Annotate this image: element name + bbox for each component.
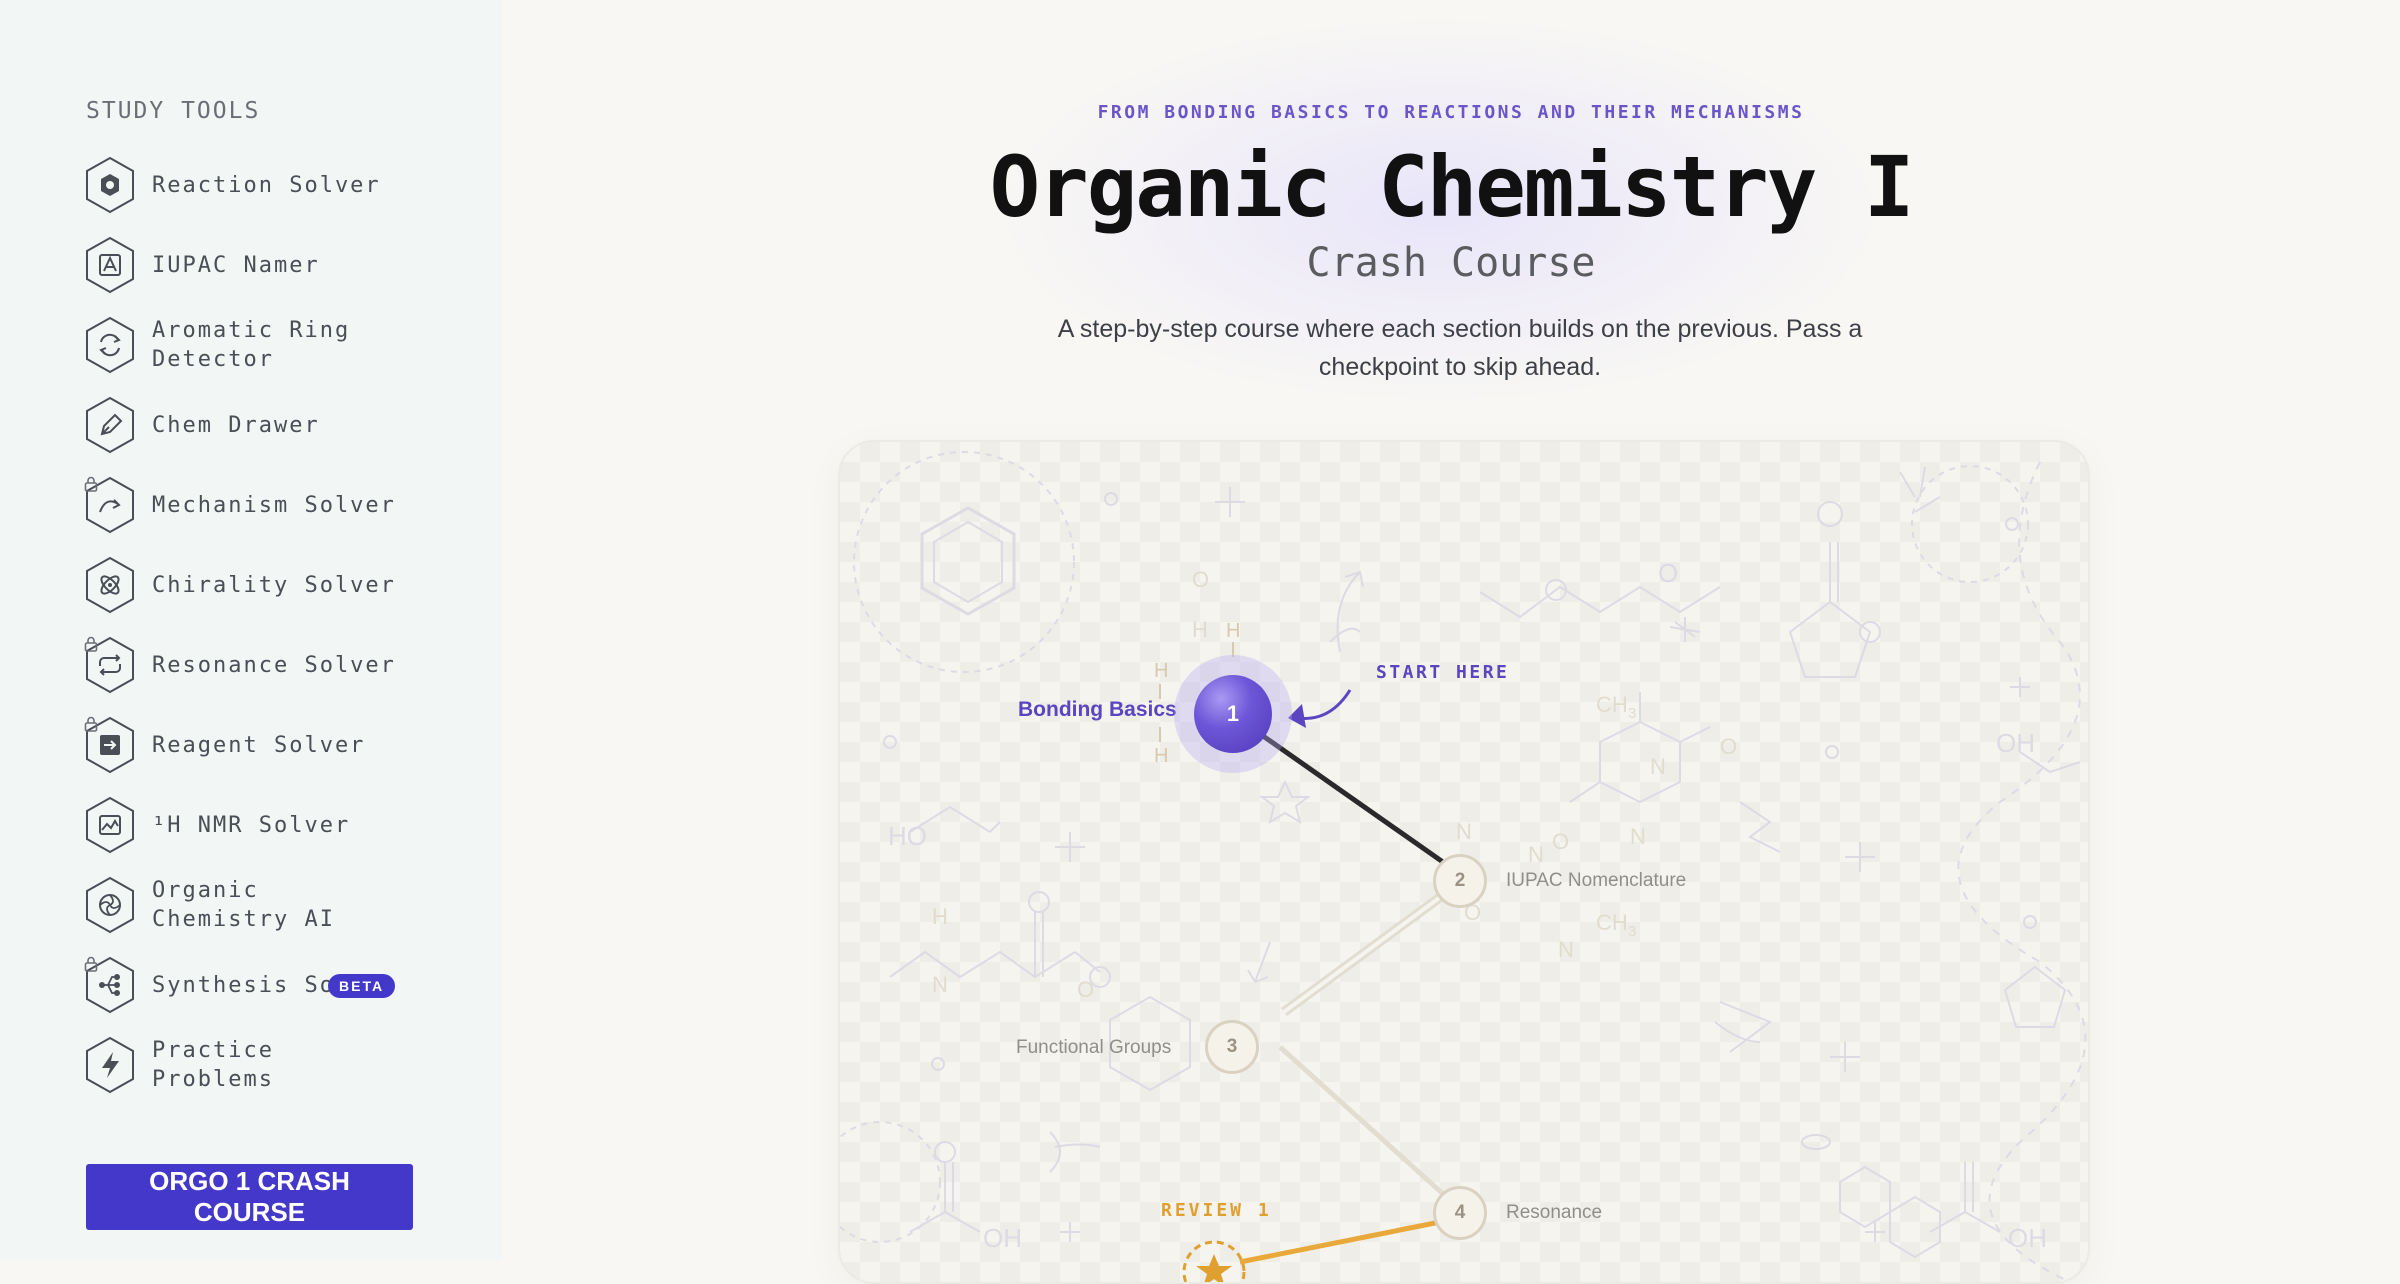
svg-text:N: N	[1558, 937, 1574, 962]
sidebar-item-label: Chem Drawer	[152, 412, 320, 438]
curved-arrow-icon	[84, 476, 136, 534]
svg-text:H: H	[1192, 617, 1208, 642]
sidebar-item-organic-chemistry-ai[interactable]: Organic Chemistry AI	[84, 870, 424, 940]
sidebar-item-label: Resonance Solver	[152, 652, 396, 678]
sidebar-item-label: Reagent Solver	[152, 732, 366, 758]
node-label-functional-groups: Functional Groups	[1016, 1037, 1172, 1058]
lock-icon	[84, 956, 98, 972]
svg-text:N: N	[1650, 754, 1666, 779]
sidebar-item-label: Aromatic Ring Detector	[152, 318, 351, 372]
svg-text:O: O	[1552, 829, 1569, 854]
svg-text:N: N	[1528, 842, 1544, 867]
svg-text:CH: CH	[1596, 910, 1628, 935]
sidebar-item-label: Chirality Solver	[152, 572, 396, 598]
review-checkpoint-label: REVIEW 1	[1161, 1200, 1272, 1221]
course-eyebrow: FROM BONDING BASICS TO REACTIONS AND THE…	[1097, 102, 1805, 123]
sidebar-item-chem-drawer[interactable]: Chem Drawer	[84, 390, 424, 460]
sidebar-item-reagent-solver[interactable]: Reagent Solver	[84, 710, 424, 780]
arrow-in-box-icon	[84, 716, 136, 774]
page-subtitle: Crash Course	[1306, 240, 1596, 286]
course-path-map: HO O OH OH OH CH 3 CH 3 H O N O N N N O N …	[838, 440, 2090, 1284]
lock-icon	[84, 476, 98, 492]
course-node-3[interactable]: 3	[1205, 1020, 1259, 1074]
svg-text:OH: OH	[2008, 1223, 2047, 1253]
branch-icon	[84, 956, 136, 1014]
node-label-iupac-nomenclature: IUPAC Nomenclature	[1506, 870, 1687, 891]
sidebar-item-reaction-solver[interactable]: Reaction Solver	[84, 150, 424, 220]
sidebar-item-iupac-namer[interactable]: IUPAC Namer	[84, 230, 424, 300]
svg-text:O: O	[1077, 977, 1094, 1002]
letter-a-icon	[84, 236, 136, 294]
svg-text:O: O	[1720, 734, 1737, 759]
course-node-1[interactable]: 1	[1194, 675, 1272, 753]
sidebar-item-label: Practice Problems	[152, 1038, 274, 1092]
node-label-bonding-basics: Bonding Basics	[1018, 698, 1177, 721]
svg-text:O: O	[1192, 567, 1209, 592]
svg-text:N: N	[932, 972, 948, 997]
beta-badge: BETA	[328, 974, 396, 998]
svg-text:3: 3	[1628, 705, 1636, 722]
sidebar-item-mechanism-solver[interactable]: Mechanism Solver	[84, 470, 424, 540]
sidebar-title: STUDY TOOLS	[86, 98, 261, 124]
svg-text:N: N	[1456, 819, 1472, 844]
orgo-crash-course-button[interactable]: ORGO 1 CRASH COURSE	[86, 1164, 413, 1230]
start-here-label: START HERE	[1376, 662, 1510, 683]
svg-text:3: 3	[1628, 923, 1636, 940]
cycle-arrows-icon	[84, 636, 136, 694]
sidebar-item-resonance-solver[interactable]: Resonance Solver	[84, 630, 424, 700]
page-title: Organic Chemistry I	[989, 138, 1915, 236]
node-label-resonance: Resonance	[1506, 1202, 1603, 1223]
svg-text:OH: OH	[983, 1223, 1022, 1253]
spectrum-icon	[84, 796, 136, 854]
course-node-2[interactable]: 2	[1433, 854, 1487, 908]
sidebar-item-nmr-solver[interactable]: ¹H NMR Solver	[84, 790, 424, 860]
svg-text:CH: CH	[1596, 692, 1628, 717]
sidebar-item-label: IUPAC Namer	[152, 252, 320, 278]
pen-icon	[84, 396, 136, 454]
spiral-icon	[84, 876, 136, 934]
lightning-icon	[84, 1036, 136, 1094]
atom-icon	[84, 556, 136, 614]
sidebar-item-aromatic-ring-detector[interactable]: Aromatic Ring Detector	[84, 310, 424, 380]
svg-text:HO: HO	[888, 821, 927, 851]
svg-text:H: H	[1226, 620, 1240, 642]
refresh-icon	[84, 316, 136, 374]
sidebar-item-label: Mechanism Solver	[152, 492, 396, 518]
course-description: A step-by-step course where each section…	[1057, 315, 1863, 381]
lock-icon	[84, 716, 98, 732]
course-node-4[interactable]: 4	[1433, 1186, 1487, 1240]
sidebar-item-label: Organic Chemistry AI	[152, 878, 335, 932]
svg-text:H: H	[1154, 660, 1168, 682]
sidebar: STUDY TOOLS Reaction Solver IUPAC Namer …	[0, 0, 502, 1260]
sidebar-item-label: ¹H NMR Solver	[152, 812, 351, 838]
lock-icon	[84, 636, 98, 652]
svg-text:H: H	[1154, 745, 1168, 767]
svg-text:N: N	[1630, 824, 1646, 849]
sidebar-item-synthesis-solver[interactable]: Synthesis Solver BETA	[84, 950, 424, 1020]
sidebar-item-practice-problems[interactable]: Practice Problems	[84, 1030, 424, 1100]
svg-text:OH: OH	[1996, 728, 2035, 758]
svg-text:H: H	[932, 904, 948, 929]
hexagon-icon	[84, 156, 136, 214]
sidebar-item-label: Reaction Solver	[152, 172, 381, 198]
sidebar-item-chirality-solver[interactable]: Chirality Solver	[84, 550, 424, 620]
svg-text:O: O	[1658, 558, 1678, 588]
